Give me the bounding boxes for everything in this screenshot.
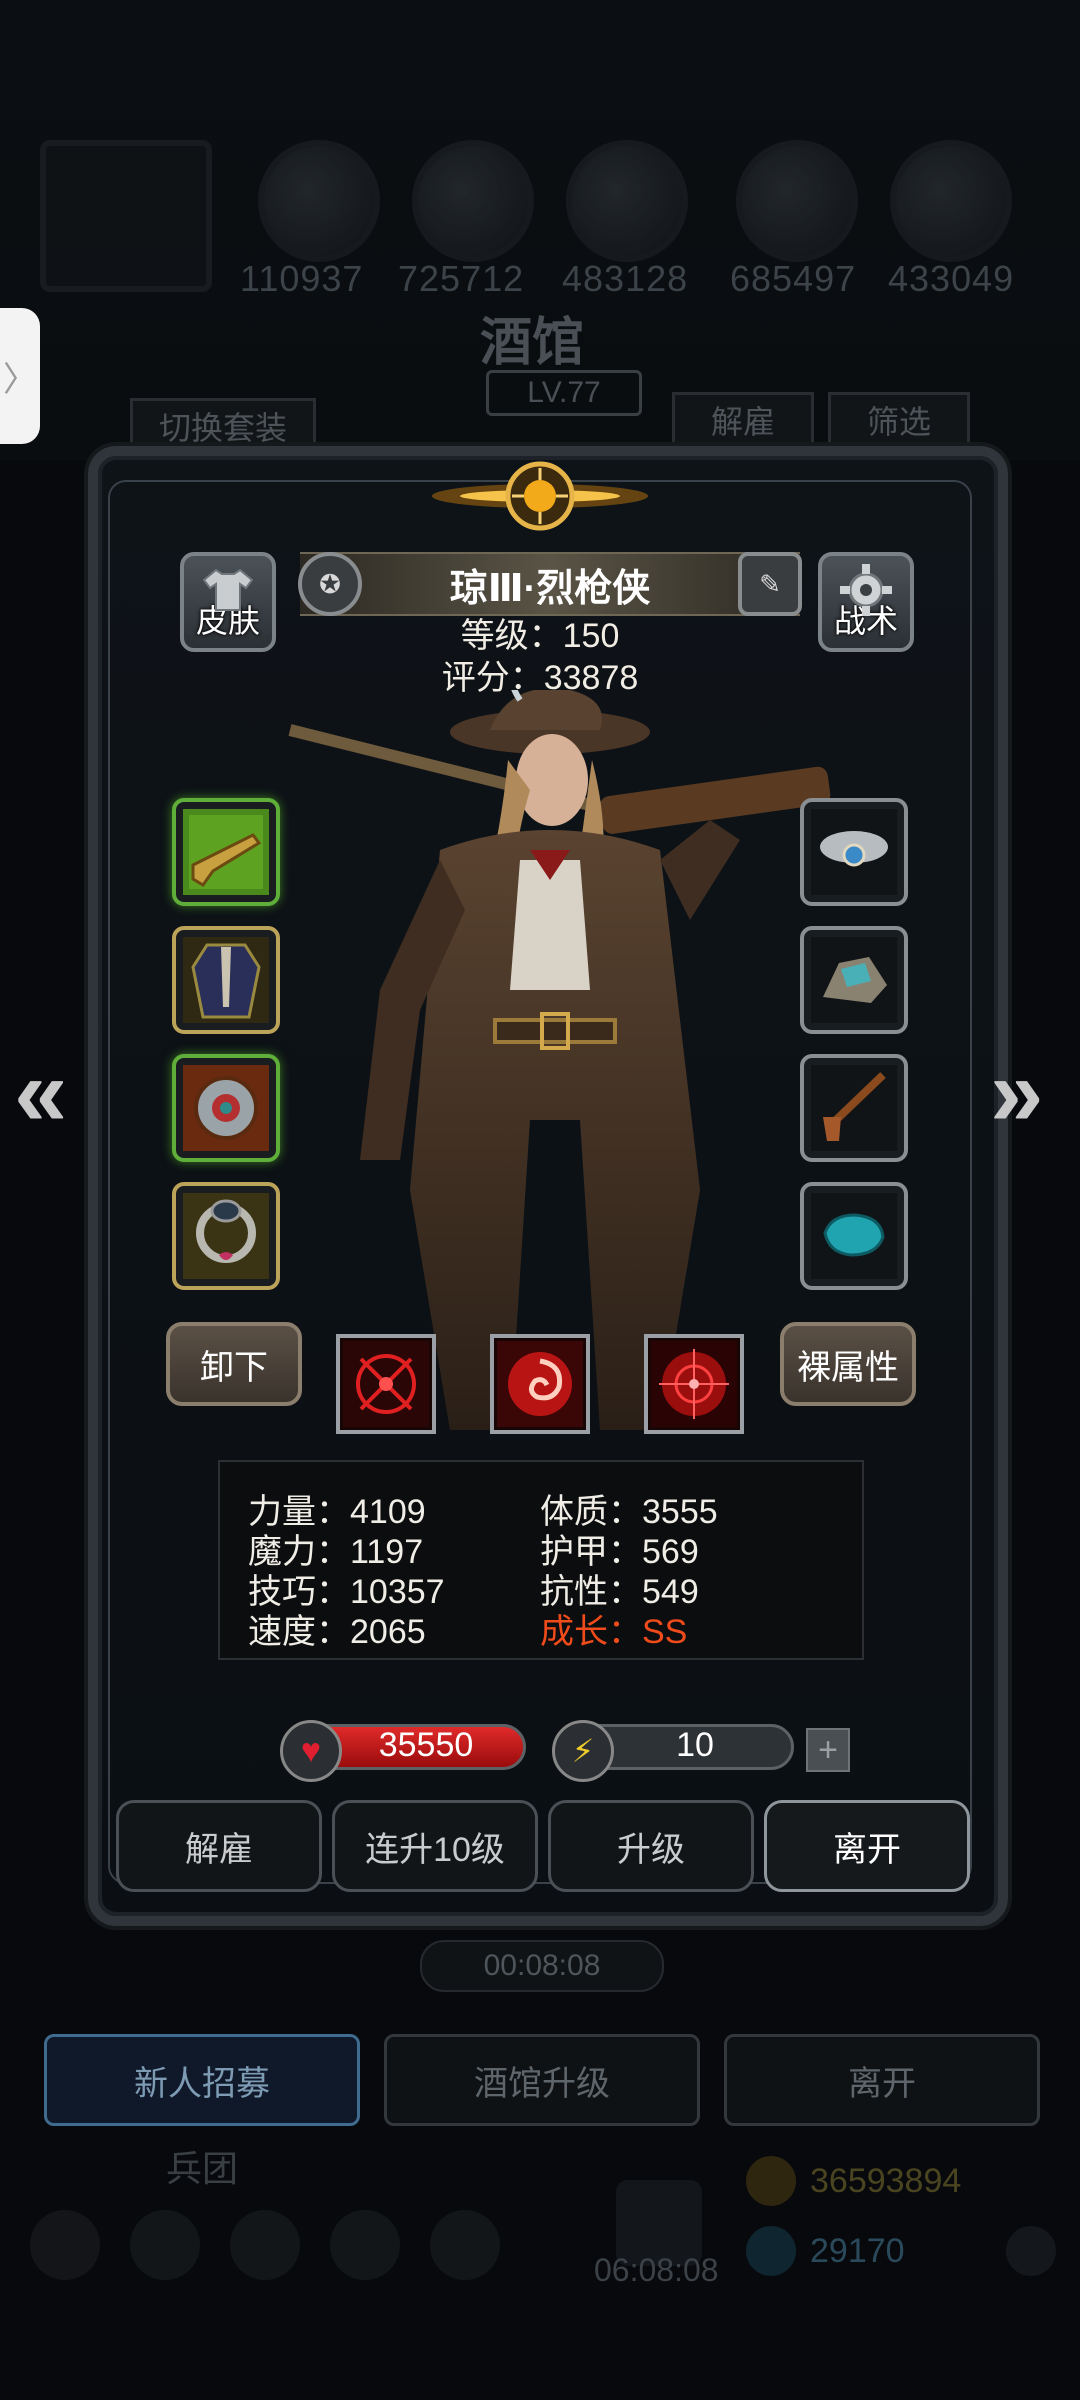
background-timer: 00:08:08 <box>420 1940 664 1992</box>
resource-icon-4 <box>736 140 858 262</box>
next-hero-arrow-icon[interactable]: » <box>990 1038 1043 1148</box>
equip-slot-turquoise[interactable] <box>800 1182 908 1290</box>
resource-icon-1 <box>258 140 380 262</box>
stat-speed: 速度：2065 <box>248 1613 426 1651</box>
equip-slot-charm[interactable] <box>800 798 908 906</box>
background-icon-row <box>30 2210 590 2282</box>
resource-value-4: 685497 <box>730 258 857 299</box>
resource-value-3: 483128 <box>562 258 689 299</box>
resource-value-1: 110937 <box>240 258 364 299</box>
previous-hero-arrow-icon[interactable]: « <box>14 1038 67 1148</box>
equip-slot-armor[interactable] <box>172 926 280 1034</box>
skill-slot-2[interactable] <box>490 1334 590 1434</box>
swirl-skill-icon <box>497 1341 583 1427</box>
cloud-charm-icon <box>811 809 897 895</box>
coat-icon <box>183 937 269 1023</box>
level-up-button[interactable]: 升级 <box>548 1800 754 1892</box>
regiment-label: 兵团 <box>166 2148 239 2189</box>
background-leave-button[interactable]: 离开 <box>724 2034 1040 2126</box>
energy-value: 10 <box>676 1726 714 1764</box>
menu-icon-3 <box>230 2210 300 2280</box>
gem-ore-icon <box>811 937 897 1023</box>
resource-icon-2 <box>412 140 534 262</box>
hero-name-bar: 琼Ⅲ·烈枪侠 <box>300 552 800 616</box>
level-up-10-button[interactable]: 连升10级 <box>332 1800 538 1892</box>
hero-name: 琼Ⅲ·烈枪侠 <box>449 567 651 610</box>
gold-coin-icon <box>746 2156 796 2206</box>
tavern-title: 酒馆 <box>480 314 585 372</box>
equip-slot-weapon[interactable] <box>172 798 280 906</box>
chevron-right-icon: 〉 <box>3 360 37 399</box>
side-drawer-tab[interactable]: 〉 <box>0 308 40 444</box>
crosshair-skill-icon <box>343 1341 429 1427</box>
pipe-icon <box>811 1065 897 1151</box>
shirt-icon <box>202 568 254 611</box>
unequip-button[interactable]: 卸下 <box>166 1322 302 1406</box>
bare-attributes-button[interactable]: 裸属性 <box>780 1322 916 1406</box>
add-currency-icon[interactable] <box>1006 2226 1056 2276</box>
background-dismiss-button[interactable]: 解雇 <box>672 392 814 448</box>
add-energy-icon[interactable]: + <box>806 1728 850 1772</box>
equip-slot-gem-ore[interactable] <box>800 926 908 1034</box>
menu-icon-1 <box>30 2210 100 2280</box>
stat-growth: 成长：SS <box>540 1613 688 1651</box>
equip-slot-ring[interactable] <box>172 1182 280 1290</box>
gem-amount: 29170 <box>810 2232 905 2270</box>
tavern-level: LV.77 <box>486 370 642 416</box>
gem-icon <box>746 2226 796 2276</box>
menu-icon-5 <box>430 2210 500 2280</box>
resource-value-5: 433049 <box>888 258 1015 299</box>
gear-icon <box>840 564 892 616</box>
turquoise-icon <box>811 1193 897 1279</box>
equip-slot-pipe[interactable] <box>800 1054 908 1162</box>
resource-value-2: 725712 <box>398 258 525 299</box>
dismiss-hero-button[interactable]: 解雇 <box>116 1800 322 1892</box>
gold-amount: 36593894 <box>810 2162 962 2200</box>
recruit-button[interactable]: 新人招募 <box>44 2034 360 2126</box>
ring-icon <box>183 1193 269 1279</box>
menu-icon-4 <box>330 2210 400 2280</box>
resource-icon-3 <box>566 140 688 262</box>
skill-slot-1[interactable] <box>336 1334 436 1434</box>
sun-emblem-icon <box>432 461 648 531</box>
hp-value: 35550 <box>378 1726 474 1764</box>
target-skill-icon <box>651 1341 737 1427</box>
lightning-icon: ⚡ <box>552 1720 614 1782</box>
menu-icon-2 <box>130 2210 200 2280</box>
leave-button[interactable]: 离开 <box>764 1800 970 1892</box>
amulet-icon <box>183 1065 269 1151</box>
skin-button[interactable]: 皮肤 <box>180 552 276 652</box>
background-clock: 06:08:08 <box>594 2252 719 2288</box>
heart-icon: ♥ <box>280 1720 342 1782</box>
resource-icon-5 <box>890 140 1012 262</box>
badge-icon[interactable]: ✪ <box>298 552 362 616</box>
shotgun-icon <box>183 809 269 895</box>
background-filter-button[interactable]: 筛选 <box>828 392 970 448</box>
background-portrait <box>40 140 212 292</box>
tavern-upgrade-button[interactable]: 酒馆升级 <box>384 2034 700 2126</box>
tactics-button[interactable]: 战术 <box>818 552 914 652</box>
skill-slot-3[interactable] <box>644 1334 744 1434</box>
edit-icon[interactable]: ✎ <box>738 552 802 616</box>
equip-slot-amulet[interactable] <box>172 1054 280 1162</box>
